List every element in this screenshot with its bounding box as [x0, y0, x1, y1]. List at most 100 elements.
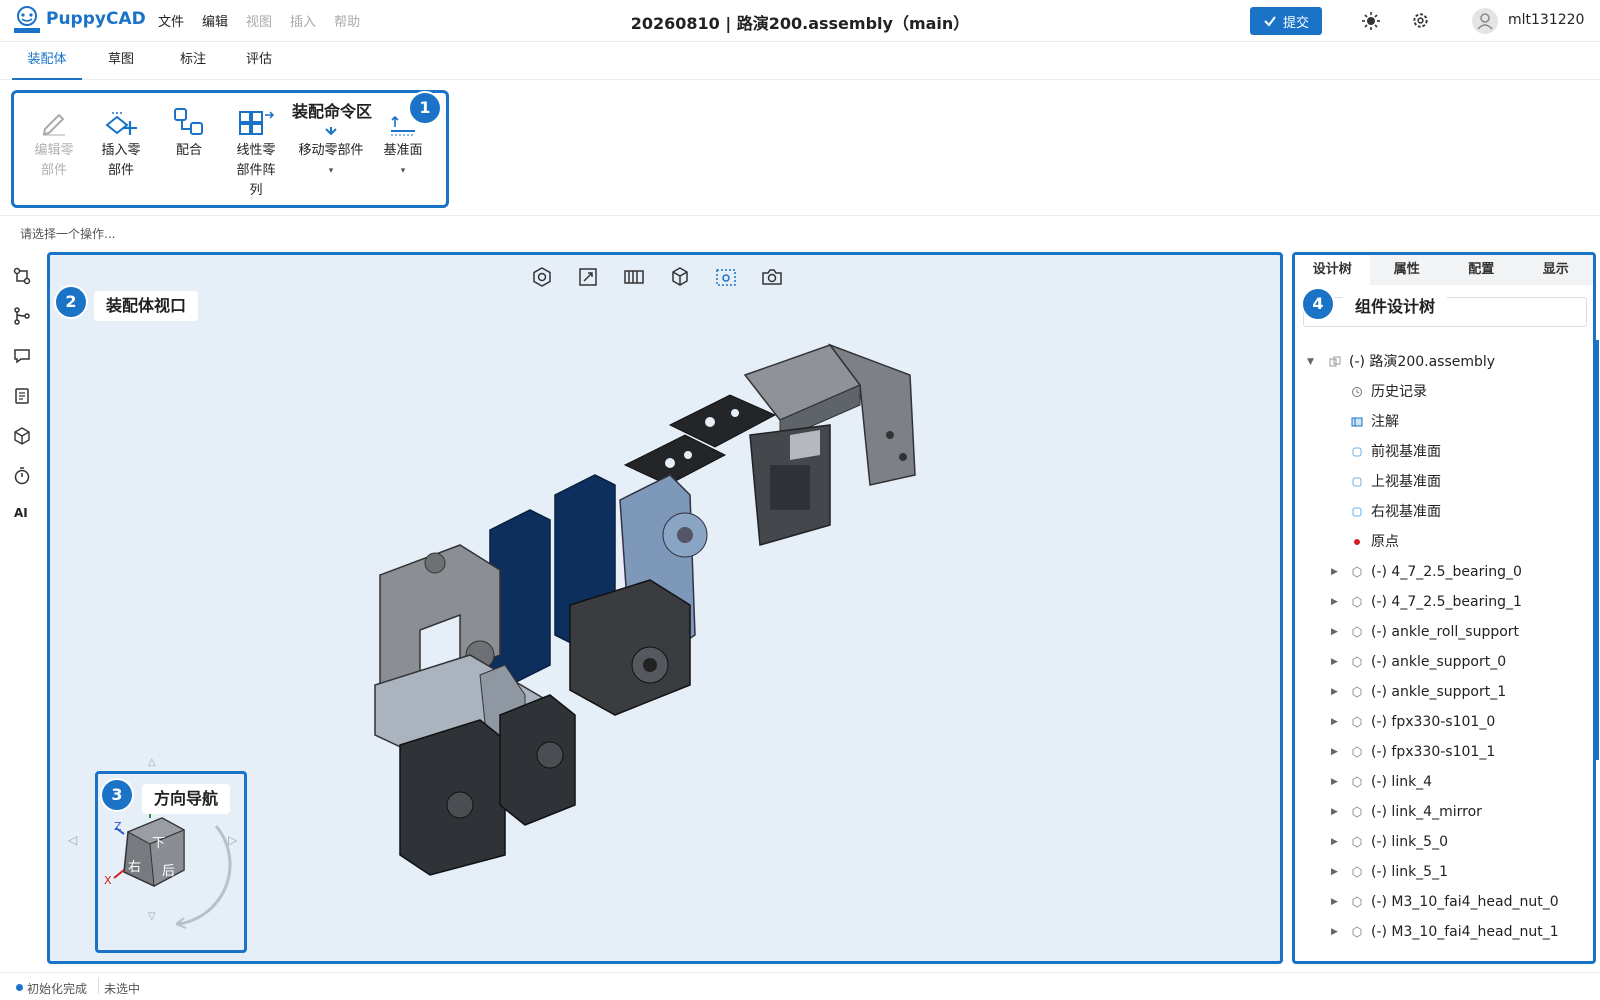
- tree-feature-item[interactable]: 原点: [1295, 527, 1593, 557]
- tree-component-item[interactable]: ▶ (-) ankle_support_1: [1295, 677, 1593, 707]
- rotate-up-icon[interactable]: △: [148, 757, 156, 768]
- rotate-right-icon[interactable]: ▷: [228, 833, 237, 847]
- reference-plane-dropdown-icon[interactable]: ▾: [371, 161, 435, 181]
- cube-face-right[interactable]: 后: [162, 860, 175, 879]
- cube-settings-icon[interactable]: [12, 426, 32, 446]
- component-icon: [1352, 926, 1362, 938]
- tree-component-item[interactable]: ▶ (-) 4_7_2.5_bearing_0: [1295, 557, 1593, 587]
- expand-icon[interactable]: ▶: [1331, 737, 1338, 767]
- username[interactable]: mlt131220: [1508, 12, 1584, 28]
- expand-icon[interactable]: ▶: [1331, 887, 1338, 917]
- tree-component-item[interactable]: ▶ (-) fpx330-s101_1: [1295, 737, 1593, 767]
- tab-evaluate[interactable]: 评估: [226, 42, 292, 80]
- tree-component-item[interactable]: ▶ (-) link_4_mirror: [1295, 797, 1593, 827]
- cube-face-left[interactable]: 右: [128, 856, 141, 875]
- rotate-down-icon[interactable]: ▽: [148, 911, 156, 922]
- command-area-callout: 装配命令区: [280, 97, 385, 127]
- check-icon: [1264, 16, 1276, 27]
- ai-button[interactable]: AI: [14, 506, 28, 520]
- sun-icon[interactable]: [1362, 12, 1380, 30]
- menu-insert[interactable]: 插入: [290, 11, 316, 30]
- rotate-left-icon[interactable]: ◁: [68, 833, 77, 847]
- tree-feature-item[interactable]: 前视基准面: [1295, 437, 1593, 467]
- expand-icon[interactable]: ▶: [1331, 767, 1338, 797]
- tab-annotation[interactable]: 标注: [160, 42, 226, 80]
- tab-properties[interactable]: 属性: [1370, 255, 1445, 285]
- tab-sketch[interactable]: 草图: [88, 42, 154, 80]
- screenshot-region-icon[interactable]: [714, 265, 738, 289]
- expand-icon[interactable]: ▶: [1331, 677, 1338, 707]
- cube-view-icon[interactable]: [668, 265, 692, 289]
- gear-icon[interactable]: [1411, 11, 1430, 30]
- linear-pattern-button[interactable]: 线性零 部件阵 列: [224, 107, 288, 201]
- timer-icon[interactable]: [12, 466, 32, 486]
- tab-assembly[interactable]: 装配体: [12, 42, 82, 80]
- cube-face-top[interactable]: 下: [152, 832, 165, 851]
- status-bar: 初始化完成 未选中: [0, 972, 1600, 1000]
- expand-icon[interactable]: ▶: [1331, 797, 1338, 827]
- tree-root[interactable]: ▼ (-) 路演200.assembly: [1295, 347, 1593, 377]
- tree-component-item[interactable]: ▶ (-) 4_7_2.5_bearing_1: [1295, 587, 1593, 617]
- robot-leg-model[interactable]: [350, 335, 950, 895]
- edit-part-button[interactable]: 编辑零 部件: [22, 107, 86, 181]
- tree-component-item[interactable]: ▶ (-) fpx330-s101_0: [1295, 707, 1593, 737]
- orientation-navigator[interactable]: 下 右 后 Z X 3 方向导航: [95, 771, 247, 953]
- section-view-icon[interactable]: [622, 265, 646, 289]
- tree-component-item[interactable]: ▶ (-) ankle_support_0: [1295, 647, 1593, 677]
- component-icon: [1352, 626, 1362, 638]
- plane-icon: [1352, 447, 1362, 457]
- pattern-icon: [239, 111, 275, 135]
- tree-component-item[interactable]: ▶ (-) M3_10_fai4_head_nut_0: [1295, 887, 1593, 917]
- badge-2: 2: [54, 285, 88, 319]
- document-icon[interactable]: [12, 386, 32, 406]
- tree-component-item[interactable]: ▶ (-) link_4: [1295, 767, 1593, 797]
- expand-icon[interactable]: ▶: [1331, 557, 1338, 587]
- view-mode-icon[interactable]: [530, 265, 554, 289]
- camera-icon[interactable]: [760, 265, 784, 289]
- fit-view-icon[interactable]: [576, 265, 600, 289]
- tree-feature-item[interactable]: 右视基准面: [1295, 497, 1593, 527]
- mate-button[interactable]: 配合: [157, 107, 221, 161]
- component-design-tree-panel: 设计树 属性 配置 显示 4 组件设计树 ▼ (-) 路演200.assembl…: [1292, 252, 1596, 964]
- expand-icon[interactable]: ▶: [1331, 827, 1338, 857]
- panel-tabs: 设计树 属性 配置 显示: [1295, 255, 1593, 285]
- tab-display[interactable]: 显示: [1519, 255, 1594, 285]
- tree-feature-label: 历史记录: [1371, 384, 1427, 400]
- avatar[interactable]: [1472, 8, 1498, 34]
- tree-component-item[interactable]: ▶ (-) ankle_roll_support: [1295, 617, 1593, 647]
- plane-icon: [1352, 477, 1362, 487]
- tree-scrollbar[interactable]: [1596, 340, 1599, 760]
- tree-component-item[interactable]: ▶ (-) link_5_0: [1295, 827, 1593, 857]
- menu-file[interactable]: 文件: [158, 11, 184, 30]
- menu-edit[interactable]: 编辑: [202, 11, 228, 30]
- tree-component-item[interactable]: ▶ (-) M3_10_fai4_head_nut_1: [1295, 917, 1593, 947]
- menu-view[interactable]: 视图: [246, 11, 272, 30]
- assembly-viewport[interactable]: 2 装配体视口 下 右 后 Z X 3 方向导航 ◁ ▷ △ ▽: [47, 252, 1283, 964]
- tree-feature-item[interactable]: 历史记录: [1295, 377, 1593, 407]
- tree-feature-item[interactable]: 上视基准面: [1295, 467, 1593, 497]
- tree-component-label: (-) fpx330-s101_0: [1371, 714, 1496, 730]
- expand-icon[interactable]: ▶: [1331, 647, 1338, 677]
- tree-component-label: (-) 4_7_2.5_bearing_0: [1371, 564, 1522, 580]
- move-part-dropdown-icon[interactable]: ▾: [290, 161, 372, 181]
- collapse-icon[interactable]: ▼: [1307, 347, 1314, 377]
- tree-component-item[interactable]: ▶ (-) link_5_1: [1295, 857, 1593, 887]
- expand-icon[interactable]: ▶: [1331, 617, 1338, 647]
- assembly-tree-icon[interactable]: [12, 266, 32, 286]
- tree-feature-item[interactable]: 注解: [1295, 407, 1593, 437]
- expand-icon[interactable]: ▶: [1331, 857, 1338, 887]
- submit-button[interactable]: 提交: [1250, 7, 1322, 35]
- tree-component-label: (-) link_4_mirror: [1371, 804, 1482, 820]
- tab-design-tree[interactable]: 设计树: [1295, 255, 1370, 285]
- expand-icon[interactable]: ▶: [1331, 707, 1338, 737]
- app-logo[interactable]: PuppyCAD: [12, 5, 146, 37]
- menu-help[interactable]: 帮助: [334, 11, 360, 30]
- insert-part-button[interactable]: 插入零 部件: [89, 107, 153, 181]
- comment-icon[interactable]: [12, 346, 32, 366]
- mate-icon: [174, 108, 203, 135]
- expand-icon[interactable]: ▶: [1331, 917, 1338, 947]
- branch-icon[interactable]: [12, 306, 32, 326]
- expand-icon[interactable]: ▶: [1331, 587, 1338, 617]
- origin-icon: [1354, 539, 1360, 545]
- tab-configuration[interactable]: 配置: [1444, 255, 1519, 285]
